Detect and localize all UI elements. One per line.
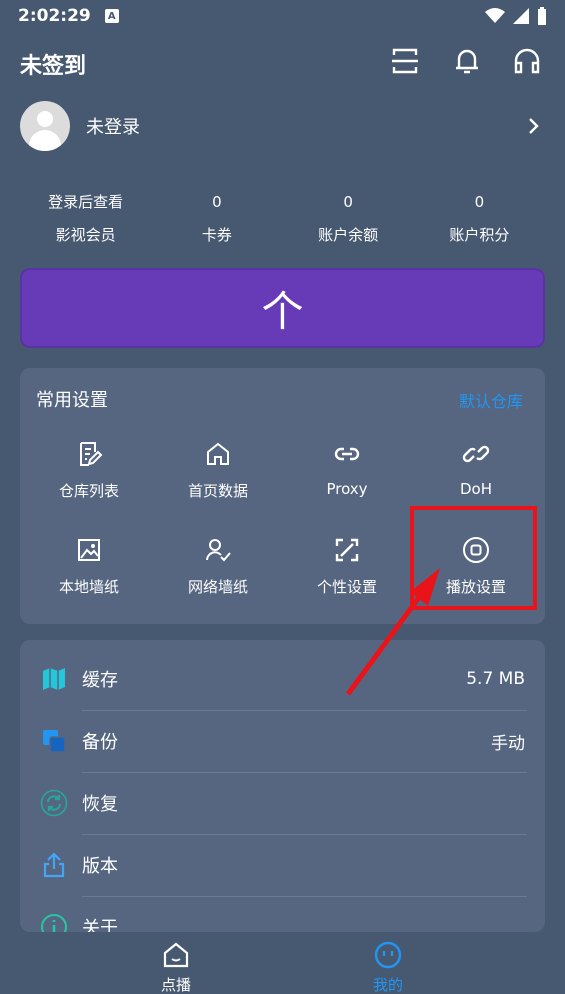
copy-icon bbox=[43, 730, 66, 753]
list-label: 恢复 bbox=[82, 794, 118, 815]
setting-proxy[interactable]: Proxy bbox=[282, 440, 412, 520]
setting-label: 仓库列表 bbox=[58, 482, 119, 500]
scan-icon[interactable] bbox=[390, 46, 420, 76]
status-time: 2:02:29 bbox=[18, 6, 91, 26]
link-icon bbox=[334, 447, 360, 461]
stat-label: 账户积分 bbox=[449, 226, 510, 244]
chain-link-icon bbox=[462, 445, 490, 463]
sign-in-status[interactable]: 未签到 bbox=[20, 48, 86, 80]
login-status: 未登录 bbox=[86, 117, 140, 138]
nav-tab-vod[interactable]: 点播 bbox=[136, 940, 216, 994]
home-icon bbox=[207, 442, 229, 465]
stat-value: 0 bbox=[343, 193, 353, 211]
list-value: 手动 bbox=[491, 733, 525, 754]
user-check-icon bbox=[206, 539, 231, 562]
top-bar: 未签到 bbox=[0, 40, 565, 86]
share-upload-icon bbox=[43, 852, 65, 878]
battery-icon bbox=[538, 7, 546, 25]
list-label: 版本 bbox=[82, 856, 118, 877]
list-item-backup[interactable]: 备份 手动 bbox=[20, 710, 545, 772]
list-label: 关于 bbox=[82, 918, 118, 932]
list-item-about[interactable]: 关于 bbox=[20, 896, 545, 932]
setting-home-data[interactable]: 首页数据 bbox=[153, 440, 283, 520]
list-label: 备份 bbox=[82, 732, 118, 753]
status-icons bbox=[485, 7, 547, 25]
expand-icon bbox=[335, 538, 359, 562]
setting-label: 本地墙纸 bbox=[58, 578, 119, 596]
notification-a-icon: A bbox=[104, 9, 119, 23]
default-repo-link[interactable]: 默认仓库 bbox=[459, 388, 523, 412]
main-action-symbol: 个 bbox=[261, 286, 304, 336]
nav-label: 我的 bbox=[372, 976, 403, 994]
setting-label: 网络墙纸 bbox=[187, 578, 248, 596]
stat-points[interactable]: 0 账户积分 bbox=[414, 186, 545, 256]
bottom-nav: 点播 我的 bbox=[0, 936, 565, 994]
setting-local-wallpaper[interactable]: 本地墙纸 bbox=[24, 536, 154, 616]
signal-icon bbox=[513, 8, 529, 24]
stat-value: 登录后查看 bbox=[48, 193, 124, 211]
setting-label: 个性设置 bbox=[316, 578, 377, 596]
account-stats: 登录后查看 影视会员 0 卡券 0 账户余额 0 账户积分 bbox=[20, 186, 545, 256]
setting-personalize[interactable]: 个性设置 bbox=[282, 536, 412, 616]
status-bar: 2:02:29 A bbox=[0, 0, 565, 32]
info-icon bbox=[41, 914, 67, 932]
smiley-icon bbox=[374, 941, 402, 969]
refresh-icon bbox=[40, 789, 68, 817]
chevron-right-icon bbox=[529, 118, 539, 134]
profile-row[interactable]: 未登录 bbox=[20, 100, 545, 152]
image-icon bbox=[78, 539, 100, 561]
stat-label: 影视会员 bbox=[55, 226, 116, 244]
list-item-cache[interactable]: 缓存 5.7 MB bbox=[20, 648, 545, 710]
list-item-version[interactable]: 版本 bbox=[20, 834, 545, 896]
setting-label: Proxy bbox=[326, 480, 368, 498]
stat-balance[interactable]: 0 账户余额 bbox=[283, 186, 414, 256]
setting-network-wallpaper[interactable]: 网络墙纸 bbox=[153, 536, 283, 616]
nav-tab-mine[interactable]: 我的 bbox=[348, 940, 428, 994]
headset-icon[interactable] bbox=[512, 46, 542, 76]
highlight-box bbox=[410, 506, 537, 610]
stat-value: 0 bbox=[474, 193, 485, 211]
stat-value: 0 bbox=[212, 193, 222, 211]
list-item-restore[interactable]: 恢复 bbox=[20, 772, 545, 834]
stat-label: 账户余额 bbox=[318, 226, 379, 244]
home-smile-icon bbox=[163, 942, 189, 968]
main-action-button[interactable]: 个 bbox=[20, 268, 545, 348]
map-icon bbox=[43, 668, 65, 690]
setting-label: 首页数据 bbox=[187, 482, 248, 500]
list-label: 缓存 bbox=[82, 670, 118, 691]
stat-coupons[interactable]: 0 卡券 bbox=[151, 186, 282, 256]
wifi-icon bbox=[485, 8, 505, 23]
setting-label: DoH bbox=[459, 480, 492, 498]
setting-repo-list[interactable]: 仓库列表 bbox=[24, 440, 154, 520]
card-title: 常用设置 bbox=[36, 390, 108, 411]
avatar bbox=[20, 101, 70, 151]
stat-membership[interactable]: 登录后查看 影视会员 bbox=[20, 186, 151, 256]
edit-document-icon bbox=[80, 442, 103, 466]
nav-label: 点播 bbox=[160, 976, 191, 994]
list-value: 5.7 MB bbox=[466, 669, 525, 689]
bell-icon[interactable] bbox=[452, 46, 482, 76]
info-list-card: 缓存 5.7 MB 备份 手动 恢复 版本 关于 bbox=[20, 640, 545, 932]
stat-label: 卡券 bbox=[201, 226, 232, 244]
